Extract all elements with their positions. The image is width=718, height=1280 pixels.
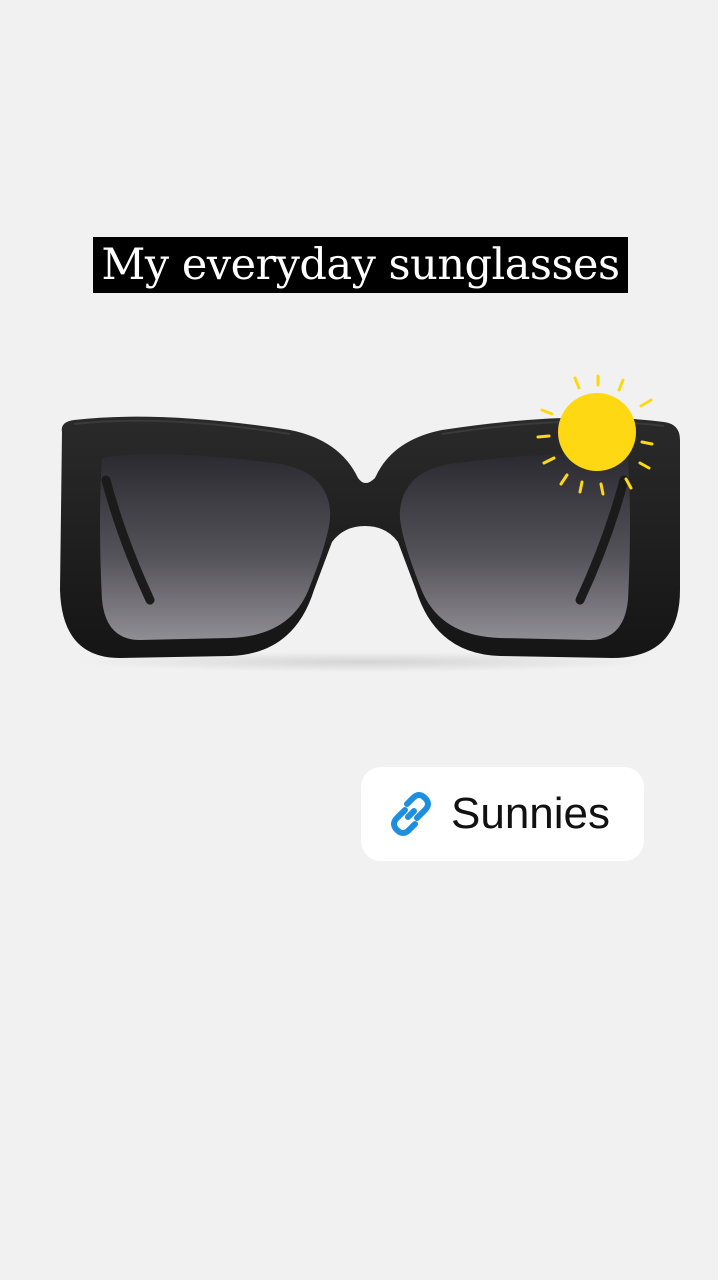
link-sticker[interactable]: Sunnies <box>361 767 644 861</box>
caption-text: My everyday sunglasses <box>101 240 620 290</box>
link-icon <box>391 792 431 836</box>
sun-icon <box>536 374 654 496</box>
link-sticker-label: Sunnies <box>451 789 611 838</box>
story-caption: My everyday sunglasses <box>93 237 628 293</box>
